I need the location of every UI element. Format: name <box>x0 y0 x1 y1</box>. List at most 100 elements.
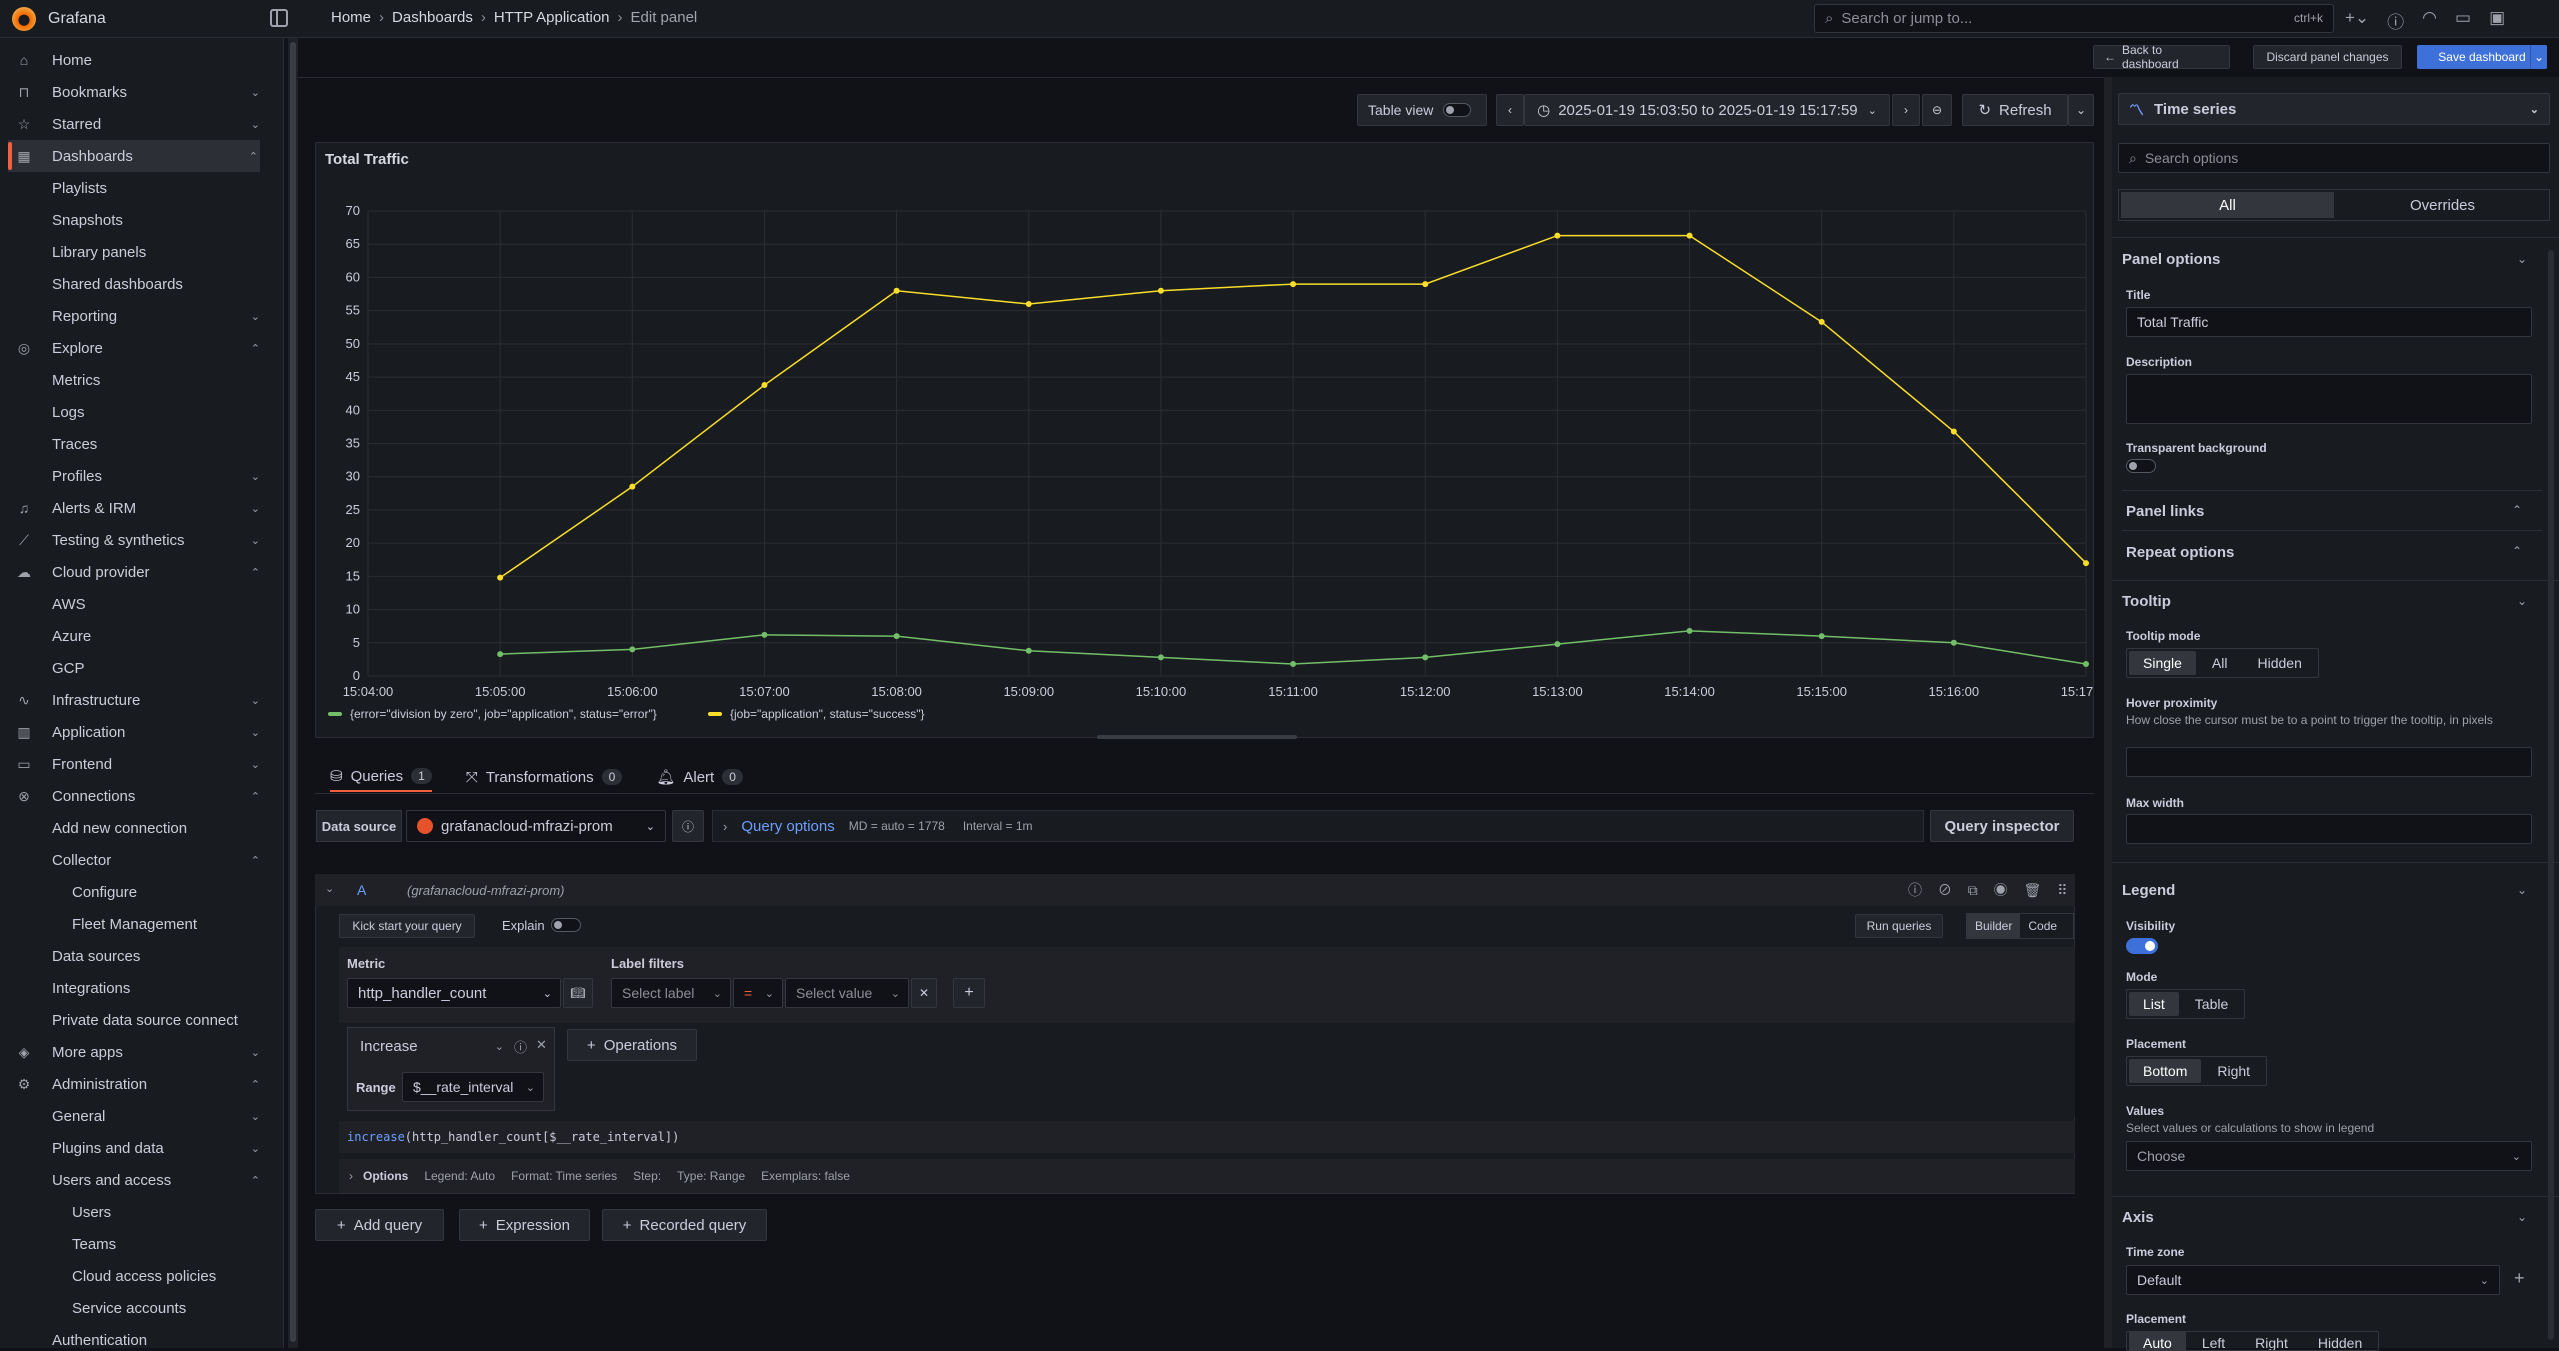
add-operation-button[interactable]: + Operations <box>567 1029 697 1061</box>
query-row-header[interactable]: ⌄ A (grafanacloud-mfrazi-prom) ⓘ ⊘ ⧉ ◉ 🗑… <box>315 874 2075 906</box>
legend-visibility-toggle[interactable] <box>2126 938 2158 954</box>
repeat-options-title[interactable]: Repeat options <box>2126 544 2234 561</box>
max-width-input[interactable] <box>2126 814 2532 844</box>
breadcrumb-home[interactable]: Home <box>331 9 371 26</box>
search-options-input[interactable]: ⌕ Search options <box>2118 143 2550 173</box>
sidebar-item-shared-dashboards[interactable]: Shared dashboards <box>0 268 270 300</box>
builder-mode-button[interactable]: Builder <box>1967 914 2021 938</box>
sidebar-item-private-data-source-connect[interactable]: Private data source connect <box>0 1004 270 1036</box>
tab-overrides[interactable]: Overrides <box>2336 190 2549 220</box>
options-scrollbar[interactable] <box>2548 250 2554 1340</box>
time-series-chart[interactable]: 0 5 10 15 20 25 30 35 40 45 50 55 60 65 70 15:04:00 15:0… <box>316 143 2093 737</box>
sidebar-item-alerts-irm[interactable]: ♫ Alerts & IRM ⌄ <box>0 492 270 524</box>
run-queries-button[interactable]: Run queries <box>1855 914 1943 938</box>
chevron-down-icon[interactable]: ⌄ <box>2517 1210 2527 1224</box>
table-view-switch[interactable] <box>1443 103 1472 117</box>
chevron-up-icon[interactable]: ⌃ <box>2512 544 2522 558</box>
sidebar-item-profiles[interactable]: Profiles ⌄ <box>0 460 270 492</box>
sidebar-item-snapshots[interactable]: Snapshots <box>0 204 270 236</box>
add-timezone-icon[interactable]: + <box>2514 1268 2525 1289</box>
discard-changes-button[interactable]: Discard panel changes <box>2253 45 2402 69</box>
sidebar-item-users-and-access[interactable]: Users and access ⌃ <box>0 1164 270 1196</box>
chevron-up-icon[interactable]: ⌃ <box>251 342 260 355</box>
help-icon[interactable]: ⓘ <box>2387 8 2404 33</box>
tab-all[interactable]: All <box>2121 192 2334 218</box>
save-dashboard-button[interactable]: Save dashboard <box>2417 45 2547 69</box>
legend-table-option[interactable]: Table <box>2181 992 2242 1016</box>
transparent-bg-toggle[interactable] <box>2126 459 2156 473</box>
sidebar-item-administration[interactable]: ⚙ Administration ⌃ <box>0 1068 270 1100</box>
tab-queries[interactable]: ⛁ Queries 1 <box>330 762 432 792</box>
chevron-down-icon[interactable]: ⌄ <box>325 882 334 895</box>
breadcrumb-dashboard[interactable]: HTTP Application <box>494 9 610 26</box>
sidebar-item-library-panels[interactable]: Library panels <box>0 236 270 268</box>
add-filter-icon[interactable]: + <box>953 978 985 1008</box>
breadcrumb-dashboards[interactable]: Dashboards <box>392 9 473 26</box>
chevron-up-icon[interactable]: ⌃ <box>251 790 260 803</box>
sidebar-item-dashboards[interactable]: ▦ Dashboards ⌃ <box>8 140 260 172</box>
table-view-toggle[interactable]: Table view <box>1357 94 1487 126</box>
sidebar-item-application[interactable]: ▥ Application ⌄ <box>0 716 270 748</box>
remove-operation-icon[interactable]: ✕ <box>536 1037 547 1053</box>
pane-splitter[interactable] <box>2104 77 2112 1348</box>
time-back-button[interactable]: ‹ <box>1496 94 1524 126</box>
sidebar-item-more-apps[interactable]: ◈ More apps ⌄ <box>0 1036 270 1068</box>
tab-transformations[interactable]: ⤧ Transformations 0 <box>466 762 623 792</box>
sidebar-item-configure[interactable]: Configure <box>0 876 270 908</box>
axis-title[interactable]: Axis <box>2122 1209 2154 1226</box>
panel-links-title[interactable]: Panel links <box>2126 503 2204 520</box>
axis-right-option[interactable]: Right <box>2241 1332 2302 1350</box>
kick-start-button[interactable]: Kick start your query <box>339 914 475 938</box>
sidebar-item-testing-synthetics[interactable]: ⟋ Testing & synthetics ⌄ <box>0 524 270 556</box>
add-expression-button[interactable]: + Expression <box>459 1209 590 1241</box>
legend-values-select[interactable]: Choose ⌄ <box>2126 1141 2532 1171</box>
visualization-picker[interactable]: 〽 Time series ⌄ <box>2118 93 2550 125</box>
tooltip-all-option[interactable]: All <box>2198 651 2242 675</box>
chevron-down-icon[interactable]: ⌄ <box>251 118 260 131</box>
description-input[interactable] <box>2126 374 2532 424</box>
add-recorded-query-button[interactable]: + Recorded query <box>602 1209 767 1241</box>
hover-proximity-input[interactable] <box>2126 747 2532 777</box>
sidebar-item-teams[interactable]: Teams <box>0 1228 270 1260</box>
rss-icon[interactable]: ◠ <box>2422 8 2437 33</box>
save-dropdown-button[interactable]: ⌄ <box>2530 45 2547 69</box>
time-picker[interactable]: ◷ 2025-01-19 15:03:50 to 2025-01-19 15:17… <box>1524 94 1890 126</box>
operation-name-select[interactable]: Increase ⌄ <box>350 1030 510 1062</box>
time-forward-button[interactable]: › <box>1892 94 1920 126</box>
tooltip-single-option[interactable]: Single <box>2129 651 2196 675</box>
chevron-up-icon[interactable]: ⌃ <box>251 854 260 867</box>
chevron-down-icon[interactable]: ⌄ <box>251 1110 260 1123</box>
chevron-up-icon[interactable]: ⌃ <box>2512 503 2522 517</box>
select-label-input[interactable]: Select label ⌄ <box>611 978 731 1008</box>
sidebar-scrollbar[interactable] <box>288 38 298 1348</box>
title-input[interactable]: Total Traffic <box>2126 307 2532 337</box>
sidebar-item-traces[interactable]: Traces <box>0 428 270 460</box>
sidebar-item-azure[interactable]: Azure <box>0 620 270 652</box>
legend-bottom-option[interactable]: Bottom <box>2129 1059 2202 1083</box>
sidebar-item-fleet-management[interactable]: Fleet Management <box>0 908 270 940</box>
query-options-link[interactable]: Query options <box>741 818 834 835</box>
sidebar-item-metrics[interactable]: Metrics <box>0 364 270 396</box>
legend-title[interactable]: Legend <box>2122 882 2175 899</box>
sidebar-item-starred[interactable]: ☆ Starred ⌄ <box>0 108 270 140</box>
sidebar-item-logs[interactable]: Logs <box>0 396 270 428</box>
chevron-down-icon[interactable]: ⌄ <box>251 86 260 99</box>
sidebar-item-connections[interactable]: ⊗ Connections ⌃ <box>0 780 270 812</box>
chevron-down-icon[interactable]: ⌄ <box>251 1046 260 1059</box>
chevron-down-icon[interactable]: ⌄ <box>2517 252 2527 266</box>
datasource-picker[interactable]: grafanacloud-mfrazi-prom ⌄ <box>406 810 666 842</box>
metric-select[interactable]: http_handler_count ⌄ <box>347 978 561 1008</box>
select-value-input[interactable]: Select value ⌄ <box>785 978 909 1008</box>
tooltip-hidden-option[interactable]: Hidden <box>2243 651 2315 675</box>
datasource-help-icon[interactable]: ⓘ <box>672 810 704 842</box>
sidebar-item-authentication[interactable]: Authentication <box>0 1324 270 1349</box>
sidebar-item-cloud-provider[interactable]: ☁ Cloud provider ⌃ <box>0 556 270 588</box>
chevron-down-icon[interactable]: ⌄ <box>251 502 260 515</box>
sidebar-item-infrastructure[interactable]: ∿ Infrastructure ⌄ <box>0 684 270 716</box>
operator-select[interactable]: = ⌄ <box>733 978 783 1008</box>
sidebar-item-home[interactable]: ⌂ Home <box>0 44 270 76</box>
chevron-up-icon[interactable]: ⌃ <box>249 150 258 163</box>
axis-auto-option[interactable]: Auto <box>2129 1332 2186 1350</box>
query-inspector-button[interactable]: Query inspector <box>1930 810 2074 842</box>
avatar[interactable]: ▣ <box>2489 8 2505 33</box>
